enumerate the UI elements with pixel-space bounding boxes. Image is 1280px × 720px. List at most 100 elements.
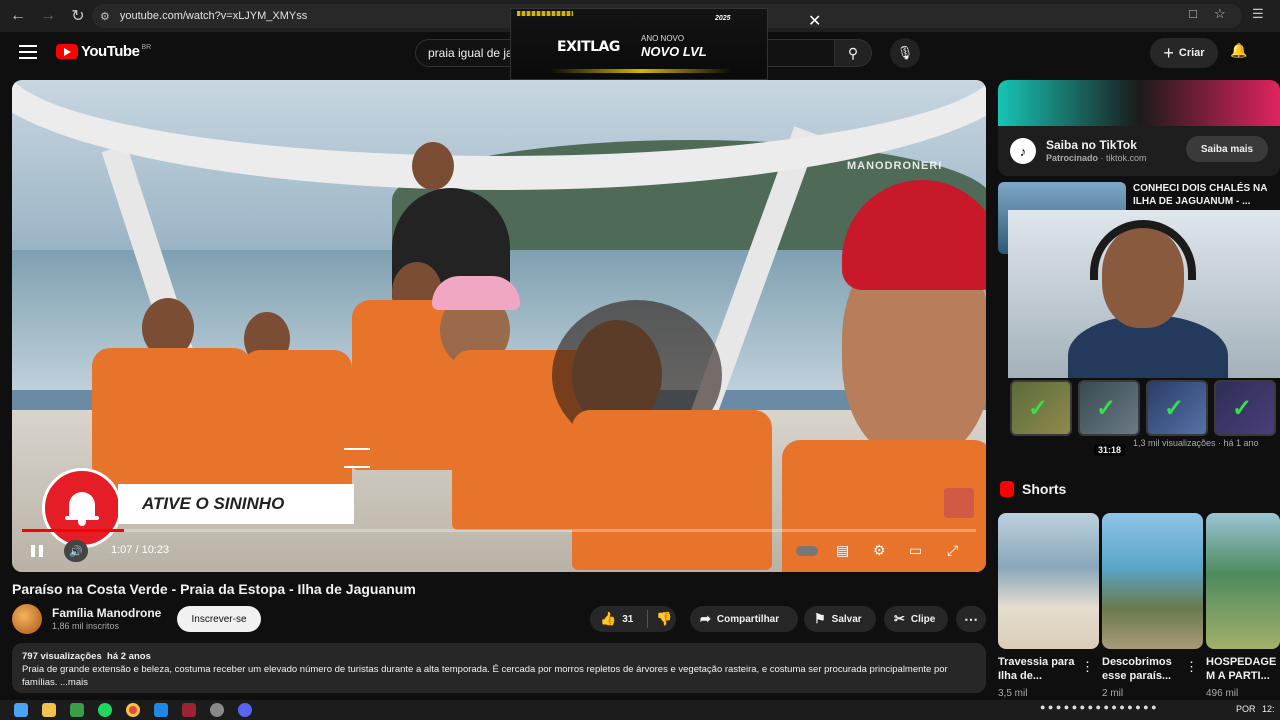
app-icon[interactable]	[154, 703, 168, 717]
tiktok-icon: ♪	[1010, 138, 1036, 164]
short-views: 2 mil	[1102, 688, 1124, 699]
discord-icon[interactable]	[238, 703, 252, 717]
clip-button[interactable]: ✂ Clipe	[884, 606, 948, 632]
back-icon[interactable]: ←	[6, 4, 30, 28]
subtitles-icon[interactable]: ▤	[836, 542, 849, 559]
upload-age: há 2 anos	[107, 651, 151, 662]
video-person	[412, 142, 454, 190]
more-actions-icon[interactable]: ⋯	[956, 606, 986, 632]
notifications-bell-icon[interactable]: 🔔	[1230, 42, 1247, 59]
clear-search-icon[interactable]: ✕	[808, 11, 821, 31]
subscribe-button[interactable]: Inscrever-se	[177, 606, 261, 632]
bookmark-icon: ⚑	[814, 611, 826, 626]
ad-year: 2025	[715, 15, 731, 22]
headphones-icon	[1090, 220, 1196, 280]
short-title[interactable]: HOSPEDAGE M A PARTI...	[1206, 655, 1280, 683]
reading-list-icon[interactable]: ☰	[1252, 6, 1264, 22]
app-icon[interactable]	[70, 703, 84, 717]
ad-brand: EXITLAG	[557, 39, 620, 55]
ad-glow-line	[551, 69, 731, 73]
video-person	[92, 348, 252, 498]
spotify-icon[interactable]	[98, 703, 112, 717]
app-icon[interactable]	[182, 703, 196, 717]
channel-name[interactable]: Família Manodrone	[52, 606, 161, 620]
learn-more-button[interactable]: Saiba mais	[1186, 136, 1268, 162]
video-person	[242, 350, 352, 500]
subscribe-bell-icon	[42, 468, 122, 548]
exitlag-ad-banner[interactable]: EXITLAG ANO NOVO NOVO LVL 2025	[510, 8, 768, 80]
clip-label: Clipe	[910, 613, 936, 625]
youtube-logo[interactable]: YouTube BR	[56, 43, 151, 60]
cast-icon[interactable]: □	[1189, 6, 1197, 21]
sponsored-card[interactable]: ♪ Saiba no TikTok Patrocinado · tiktok.c…	[998, 80, 1280, 176]
recommended-title[interactable]: CONHECI DOIS CHALÉS NA ILHA DE JAGUANUM …	[1133, 182, 1280, 208]
microphone-icon[interactable]: 🎙	[890, 38, 920, 68]
shorts-heading: Shorts	[1022, 481, 1067, 497]
game-tile: ✓	[1010, 380, 1072, 436]
video-person	[572, 410, 772, 570]
short-title[interactable]: Descobrimos esse paraís...	[1102, 655, 1187, 683]
description-box[interactable]: 797 visualizações há 2 anos Praia de gra…	[12, 643, 986, 693]
short-views: 3,5 mil	[998, 688, 1028, 699]
like-count: 31	[622, 613, 634, 625]
recommended-meta: 1,3 mil visualizações · há 1 ano	[1133, 438, 1259, 448]
reload-icon[interactable]: ↻	[66, 4, 90, 28]
forward-icon[interactable]: →	[36, 4, 60, 28]
input-language[interactable]: POR	[1236, 704, 1256, 714]
sponsored-label: Patrocinado	[1046, 153, 1099, 163]
view-count: 797 visualizações	[22, 651, 102, 662]
like-divider	[647, 610, 649, 628]
scissors-icon: ✂	[894, 611, 905, 626]
save-button[interactable]: ⚑ Salvar	[804, 606, 876, 632]
system-tray-icons[interactable]: ● ● ● ● ● ● ● ● ● ● ● ● ● ● ●	[1040, 702, 1157, 712]
autoplay-toggle[interactable]	[796, 546, 818, 556]
sponsor-domain: tiktok.com	[1106, 153, 1147, 163]
file-explorer-icon[interactable]	[42, 703, 56, 717]
chrome-icon[interactable]	[126, 703, 140, 717]
ad-tagline-big: NOVO LVL	[641, 44, 707, 59]
bell-overlay-text: ATIVE O SININHO	[118, 484, 354, 524]
short-thumbnail[interactable]	[1102, 513, 1203, 649]
short-more-icon[interactable]: ⋮	[1081, 659, 1094, 675]
description-stats: 797 visualizações há 2 anos	[22, 650, 976, 663]
short-thumbnail[interactable]	[1206, 513, 1280, 649]
thumbs-down-icon[interactable]: 👎	[656, 611, 672, 627]
app-icon[interactable]	[210, 703, 224, 717]
short-title[interactable]: Travessia para Ilha de...	[998, 655, 1083, 683]
fullscreen-icon[interactable]: ⤢	[947, 542, 958, 559]
country-code: BR	[141, 44, 152, 51]
channel-watermark: MANODRONERI	[847, 160, 943, 172]
video-person	[432, 276, 520, 310]
shorts-icon	[1000, 481, 1014, 497]
volume-icon[interactable]: 🔊	[64, 540, 88, 562]
short-thumbnail[interactable]	[998, 513, 1099, 649]
game-tile: ✓	[1214, 380, 1276, 436]
logo-wordmark: YouTube	[81, 43, 140, 60]
youtube-play-icon	[56, 44, 78, 59]
game-tile: ✓	[1078, 380, 1140, 436]
site-info-icon[interactable]: ⚙	[100, 10, 110, 23]
windows-start-icon[interactable]	[14, 703, 28, 717]
end-card-icon[interactable]	[944, 488, 974, 518]
pause-button[interactable]	[26, 540, 48, 562]
share-button[interactable]: ➦ Compartilhar	[690, 606, 798, 632]
sponsor-banner	[998, 80, 1280, 126]
theater-mode-icon[interactable]: ▭	[909, 542, 922, 559]
check-icon: ✓	[1232, 395, 1253, 422]
guide-menu-icon[interactable]	[18, 42, 38, 62]
ad-tagline-small: ANO NOVO	[641, 34, 685, 43]
channel-avatar[interactable]	[12, 604, 42, 634]
game-tile: ✓	[1146, 380, 1208, 436]
progress-played	[22, 529, 125, 532]
create-button[interactable]: + Criar	[1150, 38, 1218, 68]
taskbar-clock[interactable]: 12:	[1262, 704, 1275, 714]
settings-gear-icon[interactable]: ⚙	[873, 542, 886, 559]
check-icon: ✓	[1164, 395, 1185, 422]
like-button[interactable]: 👍 31 👎	[590, 606, 676, 632]
short-more-icon[interactable]: ⋮	[1185, 659, 1198, 675]
search-icon[interactable]: ⚲	[834, 39, 872, 67]
progress-bar[interactable]	[22, 529, 976, 532]
recommended-thumbnail[interactable]: ✓ ✓ ✓ ✓	[1010, 380, 1280, 438]
bookmark-star-icon[interactable]: ☆	[1214, 6, 1226, 22]
check-icon: ✓	[1028, 395, 1049, 422]
